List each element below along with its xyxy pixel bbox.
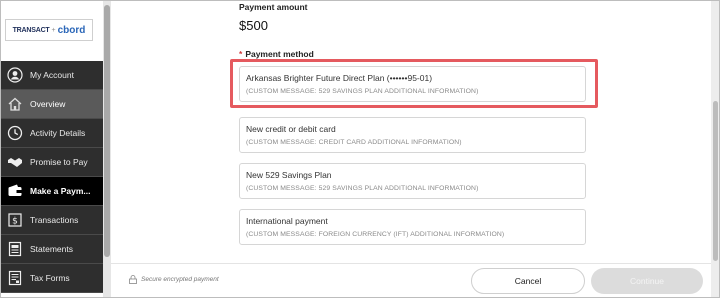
logo-transact: TRANSACT bbox=[12, 26, 50, 34]
sidebar-item-label: Activity Details bbox=[30, 128, 86, 138]
user-icon bbox=[7, 67, 23, 83]
cancel-button[interactable]: Cancel bbox=[471, 268, 585, 294]
sidebar-item-make-a-payment[interactable]: Make a Paym... bbox=[1, 177, 103, 206]
payment-option-subtitle: (CUSTOM MESSAGE: FOREIGN CURRENCY (IFT) … bbox=[246, 231, 505, 238]
payment-option-title: International payment bbox=[246, 216, 328, 226]
dollar-document-icon: $ bbox=[7, 212, 23, 228]
lock-icon bbox=[129, 275, 137, 284]
payment-option-title: New credit or debit card bbox=[246, 124, 336, 134]
sidebar-scrollbar-thumb[interactable] bbox=[104, 5, 110, 257]
sidebar-item-label: Tax Forms bbox=[30, 273, 70, 283]
payment-method-label: * Payment method bbox=[239, 49, 314, 59]
sidebar-item-activity-details[interactable]: Activity Details bbox=[1, 119, 103, 148]
tax-form-icon bbox=[7, 270, 23, 286]
logo-cbord: cbord bbox=[57, 24, 86, 36]
svg-text:$: $ bbox=[12, 217, 18, 227]
sidebar-item-overview[interactable]: Overview bbox=[1, 90, 103, 119]
sidebar-item-tax-forms[interactable]: Tax Forms bbox=[1, 264, 103, 293]
required-marker: * bbox=[239, 49, 243, 59]
sidebar-item-label: My Account bbox=[30, 70, 74, 80]
home-icon bbox=[7, 96, 23, 112]
app-window: TRANSACT + cbord My Account Overview Act… bbox=[0, 0, 720, 298]
sidebar-item-label: Overview bbox=[30, 99, 66, 109]
sidebar-item-label: Transactions bbox=[30, 215, 79, 225]
sidebar-item-transactions[interactable]: $ Transactions bbox=[1, 206, 103, 235]
sidebar-nav: My Account Overview Activity Details Pro… bbox=[1, 61, 103, 293]
sidebar-item-label: Statements bbox=[30, 244, 73, 254]
statement-icon bbox=[7, 241, 23, 257]
payment-option-new-card[interactable]: New credit or debit card (CUSTOM MESSAGE… bbox=[239, 117, 586, 153]
continue-button[interactable]: Continue bbox=[591, 268, 703, 294]
handshake-icon bbox=[7, 154, 23, 170]
sidebar: TRANSACT + cbord My Account Overview Act… bbox=[1, 1, 103, 297]
payment-option-subtitle: (CUSTOM MESSAGE: 529 SAVINGS PLAN ADDITI… bbox=[246, 185, 479, 192]
payment-option-title: New 529 Savings Plan bbox=[246, 170, 332, 180]
payment-amount-label: Payment amount bbox=[239, 2, 308, 12]
sidebar-item-statements[interactable]: Statements bbox=[1, 235, 103, 264]
secure-payment-note: Secure encrypted payment bbox=[129, 275, 219, 284]
wallet-icon bbox=[7, 183, 23, 199]
payment-panel: Payment amount $500 * Payment method Arka… bbox=[111, 1, 719, 297]
payment-method-label-text: Payment method bbox=[245, 49, 314, 59]
payment-option-new-529-plan[interactable]: New 529 Savings Plan (CUSTOM MESSAGE: 52… bbox=[239, 163, 586, 199]
secure-payment-text: Secure encrypted payment bbox=[141, 276, 219, 283]
action-bar: Secure encrypted payment Cancel Continue bbox=[111, 263, 711, 297]
sidebar-item-my-account[interactable]: My Account bbox=[1, 61, 103, 90]
sidebar-item-promise-to-pay[interactable]: Promise to Pay bbox=[1, 148, 103, 177]
clock-icon bbox=[7, 125, 23, 141]
highlight-annotation-box bbox=[230, 59, 598, 108]
sidebar-item-label: Make a Paym... bbox=[30, 186, 91, 196]
main-scrollbar-thumb[interactable] bbox=[713, 101, 718, 261]
payment-option-subtitle: (CUSTOM MESSAGE: CREDIT CARD ADDITIONAL … bbox=[246, 139, 462, 146]
payment-amount-value: $500 bbox=[239, 18, 268, 33]
sidebar-scrollbar[interactable] bbox=[103, 1, 111, 297]
main-scrollbar[interactable] bbox=[711, 1, 719, 297]
brand-logo: TRANSACT + cbord bbox=[5, 19, 93, 41]
payment-option-international[interactable]: International payment (CUSTOM MESSAGE: F… bbox=[239, 209, 586, 245]
sidebar-item-label: Promise to Pay bbox=[30, 157, 88, 167]
logo-plus: + bbox=[51, 26, 56, 34]
